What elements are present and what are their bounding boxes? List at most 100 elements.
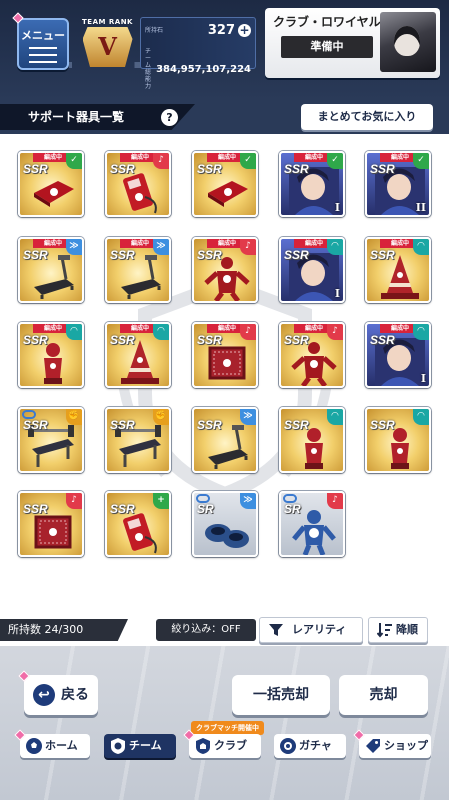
equipment-card[interactable]: 編成中 SSR ◠ I xyxy=(365,322,431,388)
equipment-card[interactable]: 編成中 SSR ◠ xyxy=(18,322,84,388)
club-royale-panel[interactable]: クラブ・ロワイヤル 準備中 xyxy=(265,8,440,78)
back-button[interactable]: ↩ 戻る xyxy=(24,675,98,715)
rarity-label: SSR xyxy=(197,162,222,176)
equipment-card[interactable]: 編成中 SSR ◠ I xyxy=(279,237,345,303)
rarity-label: SSR xyxy=(23,162,48,176)
currency-value: 327 xyxy=(207,22,235,38)
equipment-card[interactable]: 編成中 SSR ◠ xyxy=(105,322,171,388)
equipment-card[interactable]: SSR ✊ xyxy=(18,407,84,473)
help-icon[interactable]: ? xyxy=(161,109,178,126)
team-crest-icon xyxy=(111,738,125,754)
nav-home[interactable]: ホーム xyxy=(20,734,90,758)
nav-shop[interactable]: ショップ xyxy=(359,734,431,758)
equipment-card[interactable]: SR ♪ xyxy=(279,491,345,557)
support-equipment-grid: 編成中 SSR ✓ 編成中 SSR ♪ 編成中 SSR ✓ 編成中 SSR ✓ I 編成中 SSR ✓ II 編成… xyxy=(0,134,449,614)
whistle-icon: ♪ xyxy=(327,324,343,340)
equipment-card[interactable]: 編成中 SSR ♪ xyxy=(192,237,258,303)
club-character-portrait xyxy=(380,12,436,72)
sell-button[interactable]: 売却 xyxy=(339,675,428,715)
nav-club[interactable]: クラブ xyxy=(189,734,261,758)
sort-order-button[interactable]: 降順 xyxy=(368,617,428,643)
rarity-label: SSR xyxy=(23,502,48,516)
equipment-card[interactable]: 編成中 SSR ✓ xyxy=(18,151,84,217)
soccer-ball-icon xyxy=(26,738,42,754)
cap-icon: ◠ xyxy=(413,239,429,255)
rarity-label: SSR xyxy=(23,418,48,432)
rarity-label: SSR xyxy=(370,162,395,176)
rarity-label: SSR xyxy=(370,248,395,262)
equipment-card[interactable]: 編成中 SSR ✓ II xyxy=(365,151,431,217)
rarity-sort-button[interactable]: レアリティ xyxy=(259,617,363,643)
rarity-sort-label: レアリティ xyxy=(292,623,347,636)
hamburger-icon xyxy=(29,47,57,63)
nav-shop-label: ショップ xyxy=(384,739,428,752)
nav-team[interactable]: チーム xyxy=(104,734,176,758)
nav-gacha-label: ガチャ xyxy=(299,739,332,752)
rarity-label: SR xyxy=(284,502,301,516)
rarity-label: SSR xyxy=(110,248,135,262)
club-royale-title: クラブ・ロワイヤル xyxy=(273,15,381,29)
equipment-card[interactable]: 編成中 SSR ≫ xyxy=(18,237,84,303)
check-icon: ✓ xyxy=(66,153,82,169)
menu-button[interactable]: メニュー xyxy=(17,18,69,70)
rarity-label: SSR xyxy=(197,418,222,432)
rarity-label: SSR xyxy=(110,502,135,516)
runner-icon: ≫ xyxy=(153,239,169,255)
level-label: I xyxy=(334,201,340,214)
item-count: 所持数 24/300 xyxy=(0,619,128,641)
check-icon: ✓ xyxy=(327,153,343,169)
runner-icon: ≫ xyxy=(240,409,256,425)
gacha-ball-icon xyxy=(280,738,296,754)
cap-icon: ◠ xyxy=(327,239,343,255)
rarity-label: SSR xyxy=(284,418,309,432)
rarity-label: SSR xyxy=(23,333,48,347)
shop-tag-icon xyxy=(366,739,380,753)
fist-icon: ✊ xyxy=(153,409,169,425)
rarity-label: SSR xyxy=(110,333,135,347)
fist-icon: ✊ xyxy=(66,409,82,425)
equipment-card[interactable]: 編成中 SSR ♪ xyxy=(192,322,258,388)
whistle-icon: ♪ xyxy=(240,239,256,255)
currency-label: 所持石 xyxy=(145,26,164,34)
bulk-favorite-button[interactable]: まとめてお気に入り xyxy=(301,104,433,130)
add-currency-icon[interactable]: + xyxy=(238,23,251,37)
equipment-card[interactable]: 編成中 SSR ◠ xyxy=(365,237,431,303)
team-rank[interactable]: TEAM RANK V xyxy=(80,14,135,74)
runner-icon: ≫ xyxy=(240,493,256,509)
equipment-card[interactable]: SSR ◠ xyxy=(279,407,345,473)
whistle-icon: ♪ xyxy=(153,153,169,169)
equipment-card[interactable]: 編成中 SSR ✓ xyxy=(192,151,258,217)
nav-gacha[interactable]: ガチャ xyxy=(274,734,346,758)
equipment-card[interactable]: SR ≫ xyxy=(192,491,258,557)
equipment-card[interactable]: SSR + xyxy=(105,491,171,557)
equipment-card[interactable]: 編成中 SSR ♪ xyxy=(279,322,345,388)
rarity-label: SSR xyxy=(284,333,309,347)
equipment-card[interactable]: SSR ≫ xyxy=(192,407,258,473)
rarity-label: SSR xyxy=(284,162,309,176)
equipment-card[interactable]: 編成中 SSR ≫ xyxy=(105,237,171,303)
rarity-label: SSR xyxy=(110,418,135,432)
equipment-card[interactable]: 編成中 SSR ✓ I xyxy=(279,151,345,217)
equipment-card[interactable]: 編成中 SSR ♪ xyxy=(105,151,171,217)
rarity-label: SR xyxy=(197,502,214,516)
rarity-label: SSR xyxy=(197,333,222,347)
check-icon: ✓ xyxy=(413,153,429,169)
team-rank-label: TEAM RANK xyxy=(82,18,133,26)
cap-icon: ◠ xyxy=(327,409,343,425)
check-icon: ✓ xyxy=(240,153,256,169)
filter-status[interactable]: 絞り込み：OFF xyxy=(156,619,256,641)
rarity-label: SSR xyxy=(370,333,395,347)
whistle-icon: ♪ xyxy=(240,324,256,340)
equipment-card[interactable]: SSR ◠ xyxy=(365,407,431,473)
bulk-sell-button[interactable]: 一括売却 xyxy=(232,675,330,715)
back-arrow-icon: ↩ xyxy=(33,684,55,706)
equipment-card[interactable]: SSR ♪ xyxy=(18,491,84,557)
plus-icon: + xyxy=(153,493,169,509)
rarity-label: SSR xyxy=(23,248,48,262)
cap-icon: ◠ xyxy=(66,324,82,340)
rarity-label: SSR xyxy=(110,162,135,176)
sort-order-label: 降順 xyxy=(396,623,418,636)
equipment-card[interactable]: SSR ✊ xyxy=(105,407,171,473)
team-power-value: 384,957,107,224 xyxy=(156,63,251,75)
club-shield-icon xyxy=(196,738,210,754)
